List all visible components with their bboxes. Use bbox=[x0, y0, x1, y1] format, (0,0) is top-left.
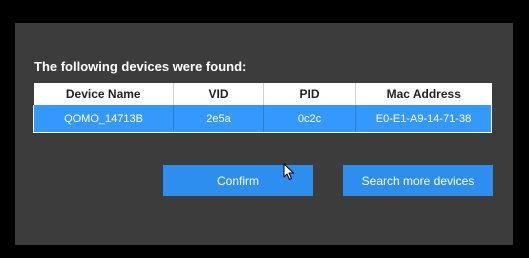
column-header-mac-address[interactable]: Mac Address bbox=[355, 83, 492, 105]
device-search-dialog: The following devices were found: Device… bbox=[15, 23, 513, 245]
dialog-heading: The following devices were found: bbox=[34, 59, 247, 74]
column-header-device-name[interactable]: Device Name bbox=[33, 83, 174, 105]
cell-device-name[interactable]: QOMO_14713B bbox=[33, 105, 174, 133]
table-header-row: Device Name VID PID Mac Address bbox=[33, 83, 492, 105]
cell-pid[interactable]: 0c2c bbox=[263, 105, 356, 133]
cell-mac-address[interactable]: E0-E1-A9-14-71-38 bbox=[355, 105, 492, 133]
search-more-devices-button[interactable]: Search more devices bbox=[343, 165, 493, 196]
cell-vid[interactable]: 2e5a bbox=[173, 105, 264, 133]
mouse-pointer-icon bbox=[283, 163, 294, 180]
devices-table: Device Name VID PID Mac Address QOMO_147… bbox=[33, 83, 492, 133]
column-header-vid[interactable]: VID bbox=[173, 83, 264, 105]
table-row[interactable]: QOMO_14713B 2e5a 0c2c E0-E1-A9-14-71-38 bbox=[33, 105, 492, 133]
column-header-pid[interactable]: PID bbox=[263, 83, 356, 105]
